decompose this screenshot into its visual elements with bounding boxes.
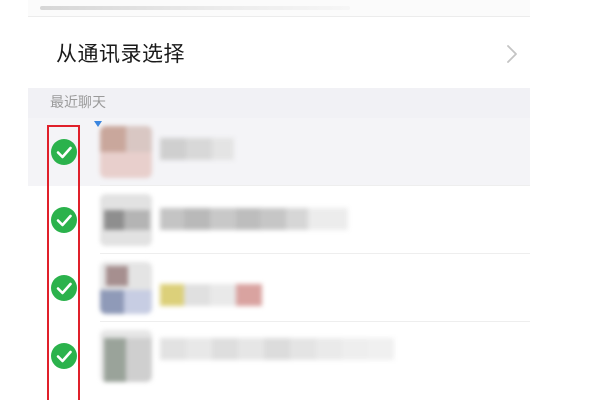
avatar	[100, 126, 152, 178]
contact-name	[160, 284, 262, 306]
check-circle-icon[interactable]	[50, 138, 78, 166]
contact-name	[160, 208, 348, 230]
avatar	[100, 330, 152, 382]
chevron-right-icon	[507, 45, 517, 63]
chat-row[interactable]	[28, 254, 530, 322]
check-circle-icon[interactable]	[50, 342, 78, 370]
screen: 从通讯录选择 最近聊天	[0, 0, 600, 400]
chat-row[interactable]	[28, 118, 530, 186]
select-from-contacts-row[interactable]: 从通讯录选择	[28, 20, 530, 88]
recent-chats-label: 最近聊天	[50, 95, 106, 111]
contact-picker-panel: 从通讯录选择 最近聊天	[28, 0, 530, 400]
chat-row[interactable]	[28, 322, 530, 400]
avatar	[100, 194, 152, 246]
avatar	[100, 262, 152, 314]
contact-name	[160, 138, 234, 160]
check-circle-icon[interactable]	[50, 206, 78, 234]
check-circle-icon[interactable]	[50, 274, 78, 302]
top-strip	[28, 0, 530, 17]
recent-chats-header: 最近聊天	[28, 88, 530, 118]
chat-row[interactable]	[28, 186, 530, 254]
contact-name	[160, 338, 394, 360]
select-from-contacts-label: 从通讯录选择	[56, 42, 185, 66]
top-strip-bar	[40, 6, 350, 10]
